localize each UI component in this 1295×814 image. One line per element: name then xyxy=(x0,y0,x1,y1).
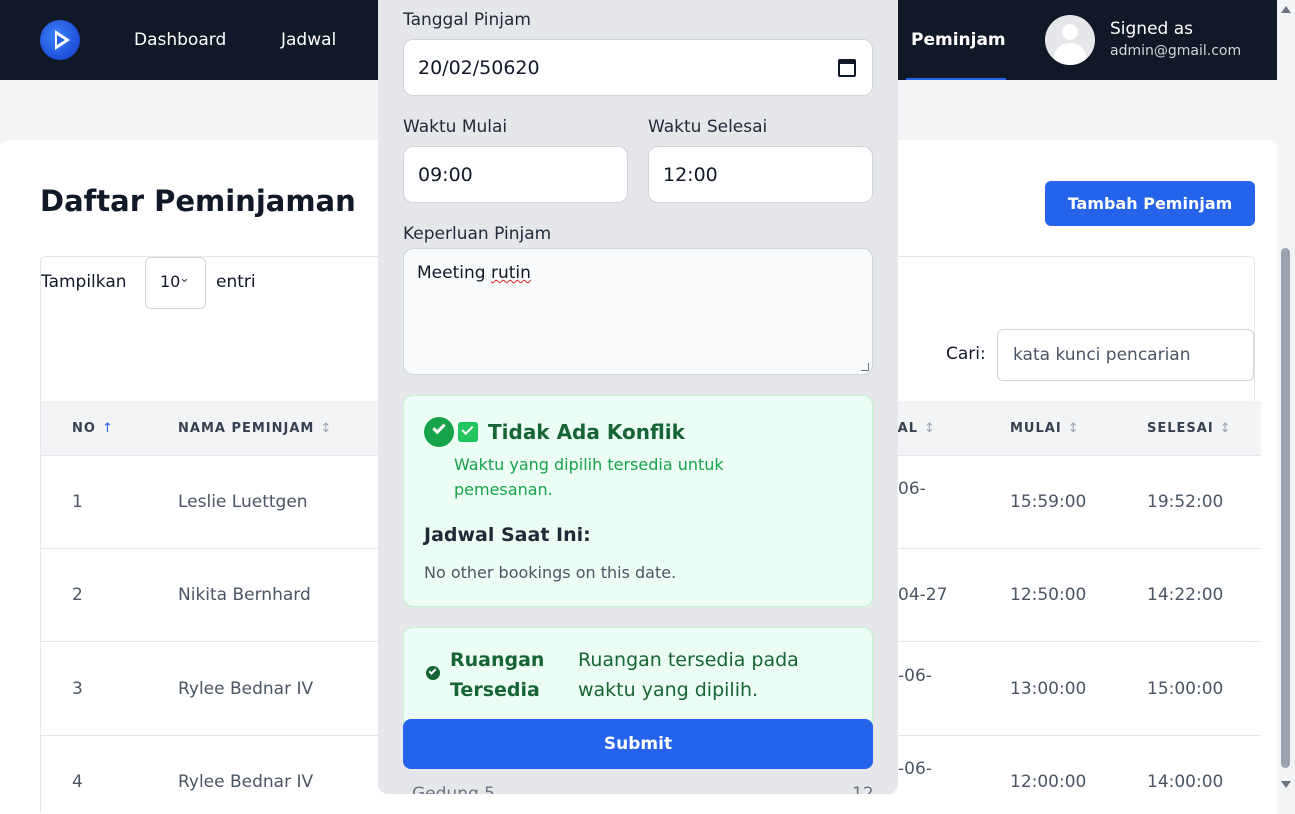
search-label: Cari: xyxy=(946,344,986,364)
cell-end: 15:00:00 xyxy=(1147,679,1224,699)
cell-name: Leslie Luettgen xyxy=(178,492,308,512)
cell-end: 14:22:00 xyxy=(1147,585,1224,605)
submit-button[interactable]: Submit xyxy=(403,719,873,769)
cell-date: 06- xyxy=(898,479,926,499)
start-time-label: Waktu Mulai xyxy=(403,117,508,137)
add-borrower-button[interactable]: Tambah Peminjam xyxy=(1045,181,1255,226)
cell-date: -06- xyxy=(898,666,932,686)
chevron-down-icon: ⌄ xyxy=(179,271,190,286)
resize-handle[interactable] xyxy=(861,363,869,371)
nav-peminjam[interactable]: Peminjam xyxy=(911,30,1006,50)
nav-jadwal[interactable]: Jadwal xyxy=(281,30,336,50)
cell-date: 04-27 xyxy=(898,585,948,605)
check-circle-icon xyxy=(426,666,440,680)
check-box-icon xyxy=(458,422,478,442)
cell-start: 13:00:00 xyxy=(1010,679,1087,699)
cell-start: 15:59:00 xyxy=(1010,492,1087,512)
column-header-end[interactable]: SELESAI ↕ xyxy=(1147,421,1232,436)
sort-icon: ↕ xyxy=(320,421,333,436)
cell-no: 4 xyxy=(72,772,83,792)
check-circle-icon xyxy=(424,417,454,447)
end-time-input[interactable]: 12:00 xyxy=(648,146,873,203)
active-nav-indicator xyxy=(906,78,1006,80)
scroll-up-icon[interactable] xyxy=(1281,6,1291,13)
cell-end: 14:00:00 xyxy=(1147,772,1224,792)
cell-no: 3 xyxy=(72,679,83,699)
page-title: Daftar Peminjaman xyxy=(40,184,356,218)
sort-icon: ↕ xyxy=(1067,421,1080,436)
entries-per-page-select[interactable]: 10 ⌄ xyxy=(145,257,206,309)
sort-icon: ↕ xyxy=(924,421,936,436)
show-entries-label: Tampilkan xyxy=(41,272,127,292)
date-label: Tanggal Pinjam xyxy=(403,10,531,30)
cell-name: Nikita Bernhard xyxy=(178,585,311,605)
schedule-empty-text: No other bookings on this date. xyxy=(424,563,677,582)
user-avatar[interactable] xyxy=(1045,15,1095,65)
sort-icon: ↕ xyxy=(1219,421,1232,436)
purpose-textarea[interactable]: Meeting rutin xyxy=(403,248,873,375)
cell-end: 19:52:00 xyxy=(1147,492,1224,512)
peek-room-text: Gedung 5 xyxy=(412,784,495,794)
scroll-down-icon[interactable] xyxy=(1281,781,1291,788)
scrollbar-thumb[interactable] xyxy=(1281,248,1290,768)
cell-name: Rylee Bednar IV xyxy=(178,679,314,699)
search-input[interactable] xyxy=(997,329,1254,381)
cell-no: 2 xyxy=(72,585,83,605)
conflict-title: Tidak Ada Konflik xyxy=(488,420,685,444)
room-status-title: Ruangan Tersedia xyxy=(450,649,545,701)
signed-as-label: Signed as xyxy=(1110,19,1194,39)
cell-start: 12:00:00 xyxy=(1010,772,1087,792)
sort-asc-icon: ↑ xyxy=(101,421,114,436)
end-time-label: Waktu Selesai xyxy=(648,117,768,137)
cell-no: 1 xyxy=(72,492,83,512)
peek-date-text: 12 xyxy=(852,784,874,794)
entries-label: entri xyxy=(216,272,256,292)
start-time-input[interactable]: 09:00 xyxy=(403,146,628,203)
column-header-no[interactable]: NO ↑ xyxy=(72,421,114,436)
purpose-label: Keperluan Pinjam xyxy=(403,224,552,244)
nav-dashboard[interactable]: Dashboard xyxy=(134,30,226,50)
calendar-icon[interactable] xyxy=(838,59,856,77)
user-email: admin@gmail.com xyxy=(1110,43,1242,59)
schedule-title: Jadwal Saat Ini: xyxy=(424,524,591,546)
page-scrollbar[interactable] xyxy=(1277,0,1295,814)
cell-start: 12:50:00 xyxy=(1010,585,1087,605)
room-status-message: Ruangan tersedia pada waktu yang dipilih… xyxy=(578,649,799,701)
column-header-name[interactable]: NAMA PEMINJAM ↕ xyxy=(178,421,332,436)
cell-name: Rylee Bednar IV xyxy=(178,772,314,792)
cell-date: -06- xyxy=(898,759,932,779)
column-header-start[interactable]: MULAI ↕ xyxy=(1010,421,1080,436)
date-input[interactable]: 20/02/50620 xyxy=(403,39,873,96)
conflict-message: Waktu yang dipilih tersedia untuk pemesa… xyxy=(454,455,724,499)
booking-modal: Tanggal Pinjam 20/02/50620 Waktu Mulai 0… xyxy=(378,0,898,794)
conflict-status-box: Tidak Ada Konflik Waktu yang dipilih ter… xyxy=(403,395,873,607)
